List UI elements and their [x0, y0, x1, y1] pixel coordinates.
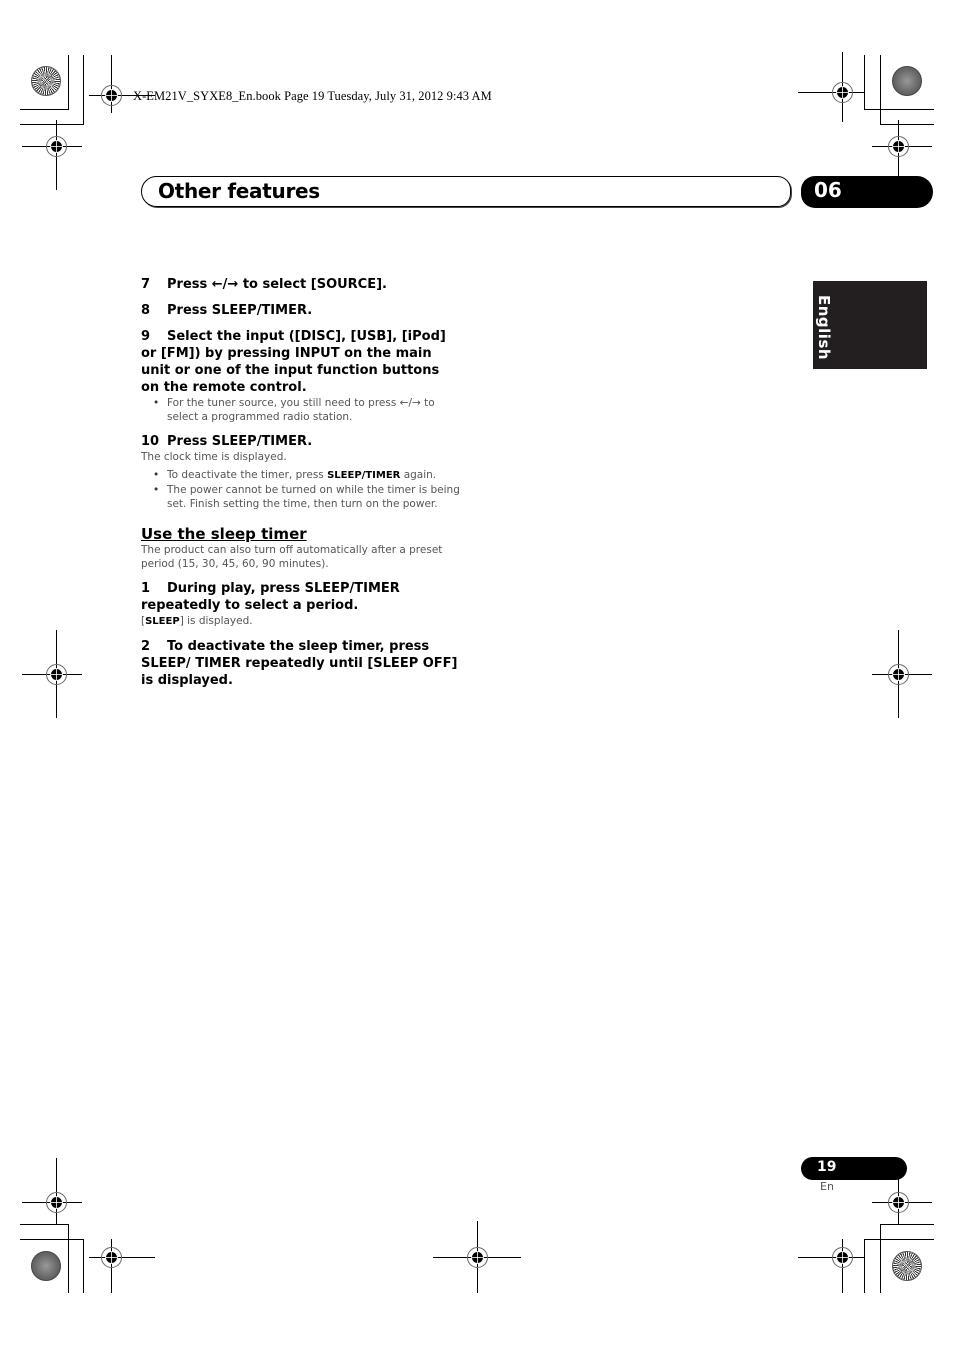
crop-mark — [20, 1239, 84, 1240]
crop-mark — [864, 1239, 934, 1240]
registration-crosshair-icon — [872, 630, 932, 718]
chapter-number: 06 — [814, 178, 842, 202]
crop-mark — [864, 1239, 865, 1293]
step-number: 2 — [141, 639, 151, 654]
note-bullet: To deactivate the timer, press SLEEP/TIM… — [153, 468, 461, 483]
step-text: During play, press SLEEP/TIMER repeatedl… — [141, 581, 400, 613]
main-content: 7 Press ←/→ to select [SOURCE]. 8 Press SL… — [141, 276, 461, 689]
step-text: Press SLEEP/TIMER. — [167, 434, 313, 449]
crop-mark — [864, 55, 865, 110]
crop-mark — [68, 1224, 69, 1293]
crop-mark — [20, 1224, 69, 1225]
step-10-notes: To deactivate the timer, press SLEEP/TIM… — [141, 468, 461, 511]
color-registration-disc-icon — [31, 1251, 61, 1281]
section-intro: The product can also turn off automatica… — [141, 544, 443, 570]
crop-mark — [880, 55, 881, 125]
sleep-step-2: 2 To deactivate the sleep timer, press SL… — [141, 638, 461, 689]
chapter-number-tab: 06 — [801, 176, 933, 208]
registration-crosshair-icon — [433, 1221, 521, 1293]
color-registration-disc-icon — [892, 1251, 922, 1281]
step-text: Press SLEEP/TIMER. — [167, 303, 313, 318]
step-number: 1 — [141, 581, 151, 596]
step-number: 10 — [141, 434, 160, 449]
registration-crosshair-icon — [22, 120, 82, 190]
chapter-title-bar: Other features — [141, 176, 791, 207]
step-7: 7 Press ←/→ to select [SOURCE]. — [141, 276, 461, 293]
sleep-step-1-note: [SLEEP] is displayed. — [141, 615, 253, 627]
crop-mark — [83, 55, 84, 125]
step-8: 8 Press SLEEP/TIMER. — [141, 302, 461, 319]
step-number: 8 — [141, 303, 151, 318]
color-registration-disc-icon — [892, 66, 922, 96]
registration-crosshair-icon — [798, 1239, 864, 1293]
registration-crosshair-icon — [798, 52, 864, 122]
step-number: 7 — [141, 277, 151, 292]
color-registration-disc-icon — [31, 66, 61, 96]
section-heading: Use the sleep timer — [141, 525, 307, 543]
language-tab: English — [813, 281, 927, 369]
note-bullet: For the tuner source, you still need to … — [153, 396, 461, 424]
registration-crosshair-icon — [22, 630, 82, 718]
page-number: 19 — [817, 1159, 837, 1175]
step-9: 9 Select the input ([DISC], [USB], [iPod]… — [141, 328, 461, 396]
registration-crosshair-icon — [22, 1158, 82, 1224]
crop-mark — [880, 1224, 881, 1293]
crop-mark — [864, 109, 934, 110]
language-label: English — [815, 295, 833, 361]
registration-crosshair-icon — [89, 55, 155, 113]
step-text: To deactivate the sleep timer, press SLE… — [141, 639, 458, 688]
registration-crosshair-icon — [89, 1239, 155, 1293]
step-text: Select the input ([DISC], [USB], [iPod] … — [141, 329, 446, 395]
step-9-notes: For the tuner source, you still need to … — [141, 396, 461, 424]
step-text: Press ←/→ to select [SOURCE]. — [167, 277, 387, 292]
step-number: 9 — [141, 329, 151, 344]
page-language-code: En — [820, 1180, 834, 1193]
step-10: 10 Press SLEEP/TIMER. — [141, 433, 461, 450]
sleep-step-1: 1 During play, press SLEEP/TIMER repeated… — [141, 580, 461, 614]
page-number-tab: 19 — [801, 1157, 907, 1180]
crop-mark — [20, 109, 69, 110]
step-10-note: The clock time is displayed. — [141, 451, 287, 463]
crop-mark — [83, 1239, 84, 1293]
crop-mark — [880, 1224, 934, 1225]
note-bullet: The power cannot be turned on while the … — [153, 483, 461, 511]
chapter-title: Other features — [158, 179, 320, 203]
print-header: X-EM21V_SYXE8_En.book Page 19 Tuesday, J… — [133, 89, 492, 103]
crop-mark — [68, 55, 69, 110]
